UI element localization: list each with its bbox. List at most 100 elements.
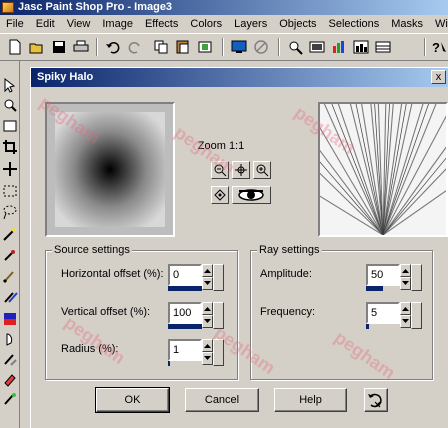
copy-icon[interactable] — [152, 38, 170, 56]
ok-button[interactable]: OK — [95, 387, 170, 413]
horizontal-offset-slider-button[interactable] — [213, 264, 224, 291]
eraser-icon[interactable] — [2, 371, 18, 387]
horizontal-offset-stepper[interactable]: 0 — [168, 264, 226, 291]
menu-bar: File Edit View Image Effects Colors Laye… — [0, 15, 448, 33]
frequency-slider-bar[interactable] — [366, 324, 369, 329]
retouch-icon[interactable] — [2, 331, 18, 347]
arrow-icon[interactable] — [2, 77, 18, 93]
radius-slider-button[interactable] — [213, 339, 224, 366]
amplitude-slider-bar[interactable] — [366, 286, 383, 291]
radius-slider-bar[interactable] — [168, 361, 170, 366]
histogram-icon[interactable] — [330, 38, 348, 56]
radius-down-button[interactable] — [202, 352, 213, 365]
close-button[interactable]: x — [431, 70, 446, 84]
vertical-offset-field[interactable]: 100 — [168, 302, 202, 324]
crop-icon[interactable] — [196, 38, 214, 56]
menu-view[interactable]: View — [67, 18, 91, 30]
dropper-icon[interactable] — [2, 247, 18, 263]
app-logo-icon — [2, 2, 14, 13]
horizontal-offset-slider-bar[interactable] — [168, 286, 202, 291]
picture-tube-icon[interactable] — [2, 391, 18, 407]
menu-edit[interactable]: Edit — [36, 18, 55, 30]
cancel-button[interactable]: Cancel — [185, 388, 259, 412]
svg-text:?: ? — [432, 40, 440, 55]
layers-icon[interactable] — [374, 38, 392, 56]
horizontal-offset-down-button[interactable] — [202, 277, 213, 290]
save-icon[interactable] — [50, 38, 68, 56]
move-icon[interactable] — [2, 161, 18, 177]
cancel-icon[interactable] — [252, 38, 270, 56]
frequency-stepper[interactable]: 5 — [366, 302, 424, 329]
zoom-label: Zoom 1:1 — [197, 140, 245, 152]
zoom-out-button[interactable] — [211, 161, 229, 179]
color-replacer-icon[interactable] — [2, 311, 18, 327]
vertical-offset-stepper[interactable]: 100 — [168, 302, 226, 329]
color-palette-icon[interactable] — [352, 38, 370, 56]
menu-selections[interactable]: Selections — [329, 18, 380, 30]
frequency-up-button[interactable] — [400, 302, 411, 315]
print-icon[interactable] — [72, 38, 90, 56]
scratch-remover-icon[interactable] — [2, 351, 18, 367]
menu-window[interactable]: Windo — [435, 18, 448, 30]
reset-button[interactable] — [364, 388, 388, 412]
magic-wand-icon[interactable] — [2, 226, 18, 242]
menu-masks[interactable]: Masks — [391, 18, 423, 30]
paste-icon[interactable] — [174, 38, 192, 56]
frequency-down-button[interactable] — [400, 315, 411, 328]
selection-icon[interactable] — [2, 183, 18, 199]
vertical-offset-up-button[interactable] — [202, 302, 213, 315]
spiky-halo-dialog: Spiky Halo x Zoom 1:1 Source settings Ho… — [30, 67, 448, 428]
arrow-down-icon — [204, 356, 211, 360]
paintbrush-icon[interactable] — [2, 268, 18, 284]
tool-palette — [0, 61, 20, 428]
amplitude-up-button[interactable] — [400, 264, 411, 277]
amplitude-slider-button[interactable] — [411, 264, 422, 291]
redo-icon[interactable] — [126, 38, 144, 56]
freehand-icon[interactable] — [2, 204, 18, 220]
radius-up-button[interactable] — [202, 339, 213, 352]
help-icon[interactable]: ? — [430, 38, 448, 56]
overview-icon[interactable] — [308, 38, 326, 56]
amplitude-field[interactable]: 50 — [366, 264, 400, 286]
new-icon[interactable] — [6, 38, 24, 56]
toolbar-separator — [96, 38, 98, 56]
arrow-down-icon — [402, 319, 409, 323]
clone-icon[interactable] — [2, 289, 18, 305]
menu-objects[interactable]: Objects — [279, 18, 316, 30]
menu-effects[interactable]: Effects — [145, 18, 178, 30]
navigate-button[interactable] — [211, 186, 229, 204]
amplitude-stepper[interactable]: 50 — [366, 264, 424, 291]
undo-icon[interactable] — [104, 38, 122, 56]
menu-layers[interactable]: Layers — [234, 18, 267, 30]
zoom-tool-icon[interactable] — [2, 97, 18, 113]
menu-file[interactable]: File — [6, 18, 24, 30]
frequency-label: Frequency: — [260, 306, 316, 318]
toolbar-separator — [222, 38, 224, 56]
source-preview-image — [47, 104, 173, 235]
frequency-slider-button[interactable] — [411, 302, 422, 329]
monitor-icon[interactable] — [230, 38, 248, 56]
proof-button[interactable] — [232, 161, 250, 179]
deform-icon[interactable] — [2, 118, 18, 134]
arrow-up-icon — [204, 269, 211, 273]
menu-image[interactable]: Image — [102, 18, 133, 30]
open-icon[interactable] — [28, 38, 46, 56]
radius-field[interactable]: 1 — [168, 339, 202, 361]
menu-colors[interactable]: Colors — [190, 18, 222, 30]
zoom-in-button[interactable] — [253, 161, 271, 179]
amplitude-down-button[interactable] — [400, 277, 411, 290]
horizontal-offset-field[interactable]: 0 — [168, 264, 202, 286]
vertical-offset-down-button[interactable] — [202, 315, 213, 328]
crop-tool-icon[interactable] — [2, 139, 18, 155]
app-title-bar: Jasc Paint Shop Pro - Image3 — [0, 0, 448, 15]
source-preview[interactable] — [45, 102, 175, 237]
vertical-offset-slider-bar[interactable] — [168, 324, 202, 329]
frequency-field[interactable]: 5 — [366, 302, 400, 324]
result-preview[interactable] — [318, 102, 448, 237]
horizontal-offset-up-button[interactable] — [202, 264, 213, 277]
help-button[interactable]: Help — [274, 388, 347, 412]
zoom-icon[interactable] — [286, 38, 304, 56]
vertical-offset-slider-button[interactable] — [213, 302, 224, 329]
radius-stepper[interactable]: 1 — [168, 339, 226, 366]
auto-proof-button[interactable] — [232, 186, 271, 204]
